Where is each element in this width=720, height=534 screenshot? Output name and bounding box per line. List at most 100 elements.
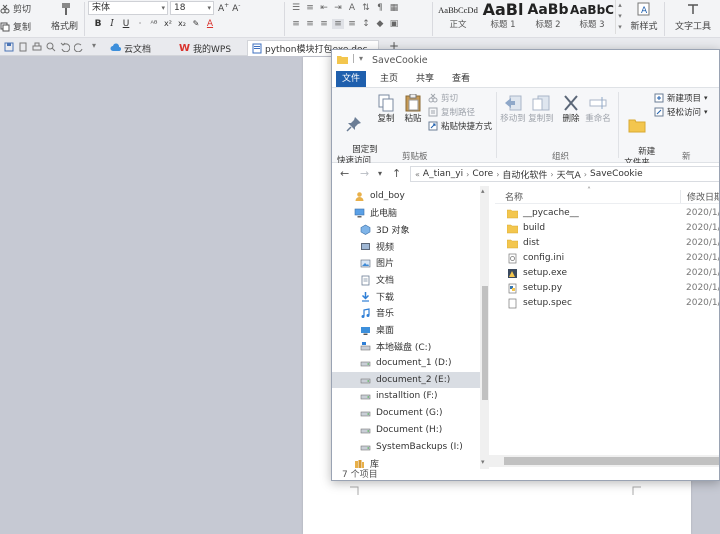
quick-access-toolbar-chevron-icon[interactable]: ▾	[359, 54, 363, 63]
sidebar-item[interactable]: 音乐	[332, 305, 482, 321]
cut-button[interactable]: 剪切	[428, 92, 458, 104]
breadcrumb-item[interactable]: Core	[472, 169, 493, 179]
delete-button[interactable]: 删除	[560, 94, 582, 125]
sidebar-item[interactable]: 本地磁盘 (C:)	[332, 338, 482, 354]
style-normal[interactable]: AaBbCcDd 正文	[436, 0, 480, 34]
superscript-icon[interactable]: x²	[162, 19, 174, 29]
sort-icon[interactable]: ⇅	[360, 3, 372, 13]
file-row[interactable]: __pycache__ 2020/1/2	[495, 206, 719, 221]
tab-file[interactable]: 文件	[336, 71, 366, 87]
sidebar-item[interactable]: SystemBackups (I:)	[332, 439, 482, 455]
font-size-select[interactable]: 18 ▾	[170, 1, 214, 15]
breadcrumb[interactable]: « A_tian_yi › Core › 自动化软件 › 天气A › SaveC…	[410, 166, 719, 182]
sidebar-item[interactable]: 此电脑	[332, 205, 482, 221]
style-gallery-scroll[interactable]: ▴ ▾ ▾	[615, 0, 624, 34]
tab-home[interactable]: 主页	[376, 71, 402, 87]
sidebar-item[interactable]: 图片	[332, 255, 482, 271]
show-marks-icon[interactable]: ¶	[374, 3, 386, 13]
copy-to-button[interactable]: 复制到	[528, 94, 554, 125]
bold-icon[interactable]: B	[92, 19, 104, 29]
horizontal-scroll-thumb[interactable]	[504, 457, 719, 465]
sidebar-item[interactable]: old_boy	[332, 188, 482, 204]
bullets-icon[interactable]: ☰	[290, 3, 302, 13]
breadcrumb-item[interactable]: A_tian_yi	[423, 169, 463, 179]
tab-cloud-docs[interactable]: 云文档	[106, 40, 155, 56]
column-name[interactable]: 名称	[505, 190, 523, 203]
customize-quick-access-icon[interactable]: ▾	[92, 41, 96, 50]
undo-icon[interactable]	[60, 42, 70, 52]
sidebar-item[interactable]: document_2 (E:)	[332, 371, 482, 388]
explorer-title-bar[interactable]: | ▾ SaveCookie	[332, 50, 719, 71]
clear-format-icon[interactable]: ✎	[190, 19, 202, 29]
sidebar-item[interactable]: 桌面	[332, 322, 482, 338]
style-heading-2[interactable]: AaBb 标题 2	[526, 0, 570, 34]
tab-my-wps[interactable]: W 我的WPS	[175, 40, 235, 56]
sidebar-item[interactable]: 3D 对象	[332, 221, 482, 237]
align-right-icon[interactable]: ≡	[318, 19, 330, 29]
back-arrow-icon[interactable]: ←	[340, 167, 349, 180]
line-spacing-icon[interactable]: ↕	[360, 19, 372, 29]
column-date-modified[interactable]: 修改日期	[680, 190, 719, 203]
copy-button[interactable]: 复制	[374, 94, 398, 125]
tab-share[interactable]: 共享	[412, 71, 438, 87]
sidebar-item[interactable]: document_1 (D:)	[332, 355, 482, 371]
new-item-button[interactable]: 新建项目 ▾	[654, 92, 708, 104]
up-arrow-icon[interactable]: ↑	[392, 167, 401, 180]
paste-shortcut-button[interactable]: 粘贴快捷方式	[428, 120, 492, 132]
file-row[interactable]: config.ini 2020/1/2	[495, 251, 719, 266]
save-icon[interactable]	[4, 42, 14, 52]
font-color-icon[interactable]: A	[204, 19, 216, 29]
italic-icon[interactable]: I	[106, 19, 118, 29]
file-row[interactable]: build 2020/1/2	[495, 221, 719, 236]
new-style-button[interactable]: A 新样式	[627, 2, 661, 32]
file-row[interactable]: setup.py 2020/1/2	[495, 281, 719, 296]
scroll-up-icon[interactable]: ▴	[481, 187, 485, 195]
wps-format-painter-button[interactable]: 格式刷	[51, 2, 78, 32]
export-pdf-icon[interactable]	[18, 42, 28, 52]
navigation-scroll-thumb[interactable]	[482, 286, 488, 400]
style-heading-3[interactable]: AaBbC 标题 3	[570, 0, 614, 34]
chinese-layout-icon[interactable]: A	[346, 3, 358, 13]
scroll-down-icon[interactable]: ▾	[481, 458, 485, 466]
sidebar-item[interactable]: 文档	[332, 272, 482, 288]
recent-locations-chevron-icon[interactable]: ▾	[378, 169, 382, 178]
print-preview-icon[interactable]	[46, 42, 56, 52]
font-name-select[interactable]: 宋体 ▾	[88, 1, 168, 15]
paste-button[interactable]: 粘贴	[400, 94, 426, 125]
wps-cut-button[interactable]: 剪切	[0, 2, 31, 15]
borders-icon[interactable]: ▣	[388, 19, 400, 29]
sidebar-item[interactable]: 下载	[332, 288, 482, 304]
justify-icon[interactable]: ≡	[332, 19, 344, 29]
breadcrumb-item[interactable]: SaveCookie	[590, 169, 643, 179]
breadcrumb-item[interactable]: 天气A	[557, 168, 581, 181]
breadcrumb-overflow-icon[interactable]: «	[415, 170, 420, 179]
redo-icon[interactable]	[74, 42, 84, 52]
copy-path-button[interactable]: 复制路径	[428, 106, 475, 118]
underline-icon[interactable]: U	[120, 19, 132, 29]
grow-font-button[interactable]: A+ A-	[218, 2, 240, 14]
rename-button[interactable]: 重命名	[584, 94, 612, 125]
file-row[interactable]: setup.exe 2020/1/2	[495, 266, 719, 281]
move-to-button[interactable]: 移动到	[500, 94, 526, 125]
easy-access-button[interactable]: 轻松访问 ▾	[654, 106, 708, 118]
sidebar-item[interactable]: Document (H:)	[332, 422, 482, 438]
sidebar-item[interactable]: 视频	[332, 238, 482, 254]
shading-icon[interactable]: ◆	[374, 19, 386, 29]
outdent-icon[interactable]: ⇥	[332, 3, 344, 13]
wps-copy-button[interactable]: 复制	[0, 20, 31, 33]
forward-arrow-icon[interactable]: →	[360, 167, 369, 180]
numbering-icon[interactable]: ≡	[304, 3, 316, 13]
abc-icon[interactable]: ᴬᴮ	[148, 19, 160, 29]
subscript-icon[interactable]: x₂	[176, 19, 188, 29]
sidebar-item[interactable]: Document (G:)	[332, 405, 482, 421]
file-row[interactable]: dist 2020/1/2	[495, 236, 719, 251]
print-icon[interactable]	[32, 42, 42, 52]
text-tools-button[interactable]: 文字工具	[668, 2, 718, 32]
distribute-icon[interactable]: ≡	[346, 19, 358, 29]
file-row[interactable]: setup.spec 2020/1/2	[495, 296, 719, 311]
align-left-icon[interactable]: ≡	[290, 19, 302, 29]
tab-view[interactable]: 查看	[448, 71, 474, 87]
sidebar-item[interactable]: installtion (F:)	[332, 388, 482, 404]
breadcrumb-item[interactable]: 自动化软件	[502, 168, 547, 181]
border-icon[interactable]: ▦	[388, 3, 400, 13]
